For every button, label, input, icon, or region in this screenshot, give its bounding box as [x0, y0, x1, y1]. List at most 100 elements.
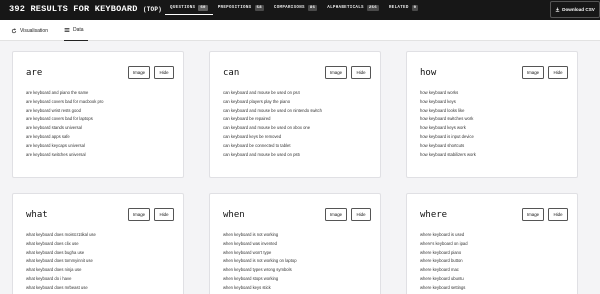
tab-label: RELATED	[388, 6, 409, 10]
tab-comparisons[interactable]: COMPARISONS 86	[269, 1, 322, 15]
hide-button[interactable]: Hide	[154, 208, 174, 221]
question-item[interactable]: where keyboard ubuntu	[420, 275, 468, 284]
question-item[interactable]: can keyboard and mouse be used on ps5	[223, 151, 322, 160]
question-item[interactable]: are keyboard covers bad for laptops	[26, 115, 104, 124]
tab-prepositions[interactable]: PREPOSITIONS 58	[213, 1, 269, 15]
question-list: where keyboard is used where's keyboard …	[420, 231, 468, 293]
question-item[interactable]: how keyboard stabilizers work	[420, 151, 476, 160]
tab-questions[interactable]: QUESTIONS 60	[165, 1, 213, 15]
question-item[interactable]: can keyboard and mouse be used on xbox o…	[223, 124, 322, 133]
question-item[interactable]: what keyboard does tommyinnit use	[26, 257, 96, 266]
question-item[interactable]: how keyboard keys	[420, 98, 476, 107]
download-icon	[555, 7, 560, 12]
question-item[interactable]: are keyboard switches universal	[26, 151, 104, 160]
question-item[interactable]: what keyboard do i have	[26, 275, 96, 284]
question-item[interactable]: are keyboard stands universal	[26, 124, 104, 133]
image-button[interactable]: Image	[522, 66, 544, 79]
tab-related[interactable]: RELATED 0	[384, 1, 423, 15]
image-button[interactable]: Image	[325, 208, 347, 221]
question-list: are keyboard and piano the same are keyb…	[26, 89, 104, 159]
list-icon	[64, 28, 70, 32]
question-item[interactable]: are keyboard wrist rests good	[26, 107, 104, 116]
refresh-icon	[11, 27, 17, 33]
question-item[interactable]: when keyboard types wrong symbols	[223, 266, 297, 275]
card-word: what	[26, 210, 48, 220]
hide-button[interactable]: Hide	[351, 208, 371, 221]
tab-label: PREPOSITIONS	[217, 6, 252, 10]
question-item[interactable]: what keyboard does bugha use	[26, 249, 96, 258]
result-title-text: RESULTS FOR KEYBOARD	[30, 4, 138, 14]
card-how: how Image Hide how keyboard works how ke…	[406, 51, 578, 178]
question-list: how keyboard works how keyboard keys how…	[420, 89, 476, 159]
hide-button[interactable]: Hide	[351, 66, 371, 79]
question-item[interactable]: where keyboard is used	[420, 231, 468, 240]
question-item[interactable]: can keyboard keys be removed	[223, 133, 322, 142]
card-can: can Image Hide can keyboard and mouse be…	[209, 51, 381, 178]
tab-visualisation[interactable]: Visualisation	[11, 20, 48, 41]
card-when: when Image Hide when keyboard is not wor…	[209, 193, 381, 294]
tab-alphabeticals[interactable]: ALPHABETICALS 256	[322, 1, 384, 15]
card-word: when	[223, 210, 245, 220]
page-title: 392 RESULTS FOR KEYBOARD (TOP)	[9, 4, 162, 14]
tab-visualisation-label: Visualisation	[20, 27, 48, 34]
tab-data-label: Data	[73, 27, 84, 33]
question-item[interactable]: can keyboard and mouse be used on ps4	[223, 89, 322, 98]
question-item[interactable]: are keyboard apps safe	[26, 133, 104, 142]
question-item[interactable]: what keyboard does ninja use	[26, 266, 96, 275]
result-title-suffix: (TOP)	[142, 6, 162, 13]
image-button[interactable]: Image	[128, 208, 150, 221]
question-list: what keyboard does moistcr1tikal use wha…	[26, 231, 96, 293]
question-item[interactable]: are keyboard and piano the same	[26, 89, 104, 98]
tab-count: 58	[254, 5, 264, 11]
question-item[interactable]: what keyboard does moistcr1tikal use	[26, 231, 96, 240]
question-item[interactable]: when keyboard is not working	[223, 231, 297, 240]
question-item[interactable]: when keyboard is not working on laptop	[223, 257, 297, 266]
question-item[interactable]: what keyboard does clix use	[26, 240, 96, 249]
question-item[interactable]: how keyboard works	[420, 89, 476, 98]
question-item[interactable]: can keyboard be repaired	[223, 115, 322, 124]
question-item[interactable]: how keyboard switches work	[420, 115, 476, 124]
question-item[interactable]: when keyboard was invented	[223, 240, 297, 249]
image-button[interactable]: Image	[128, 66, 150, 79]
tab-count: 86	[307, 5, 318, 11]
top-bar: 392 RESULTS FOR KEYBOARD (TOP) QUESTIONS…	[0, 0, 600, 20]
question-item[interactable]: can keyboard and mouse be used on ninten…	[223, 107, 322, 116]
question-item[interactable]: how keyboard looks like	[420, 107, 476, 116]
question-item[interactable]: when keyboard stops working	[223, 275, 297, 284]
question-item[interactable]: where's keyboard on ipad	[420, 240, 468, 249]
card-word: can	[223, 68, 240, 78]
question-item[interactable]: are keyboard keycaps universal	[26, 142, 104, 151]
hide-button[interactable]: Hide	[548, 66, 568, 79]
hide-button[interactable]: Hide	[154, 66, 174, 79]
card-where: where Image Hide where keyboard is used …	[406, 193, 578, 294]
question-item[interactable]: how keyboard shortcuts	[420, 142, 476, 151]
question-list: can keyboard and mouse be used on ps4 ca…	[223, 89, 322, 159]
question-item[interactable]: when keyboard keys stick	[223, 284, 297, 293]
image-button[interactable]: Image	[325, 66, 347, 79]
question-item[interactable]: where keyboard mac	[420, 266, 468, 275]
result-count: 392	[9, 4, 26, 14]
download-csv-label: Download CSV	[562, 7, 595, 12]
question-item[interactable]: when keyboard won't type	[223, 249, 297, 258]
card-word: where	[420, 210, 448, 220]
question-item[interactable]: what keyboard does mrbeast use	[26, 284, 96, 293]
tab-data[interactable]: Data	[64, 20, 88, 41]
question-item[interactable]: where keyboard piano	[420, 249, 468, 258]
hide-button[interactable]: Hide	[548, 208, 568, 221]
tab-count: 0	[411, 5, 419, 11]
question-item[interactable]: how keyboard keys work	[420, 124, 476, 133]
question-item[interactable]: can keyboard be connected to tablet	[223, 142, 322, 151]
question-item[interactable]: can keyboard players play the piano	[223, 98, 322, 107]
image-button[interactable]: Image	[522, 208, 544, 221]
question-item[interactable]: how keyboard is input device	[420, 133, 476, 142]
view-switcher: Visualisation Data	[0, 20, 600, 41]
question-item[interactable]: where keyboard settings	[420, 284, 468, 293]
tab-label: ALPHABETICALS	[327, 6, 364, 10]
download-csv-button[interactable]: Download CSV	[550, 1, 600, 18]
card-word: how	[420, 68, 437, 78]
tab-label: COMPARISONS	[273, 6, 305, 10]
card-are: are Image Hide are keyboard and piano th…	[12, 51, 184, 178]
tab-label: QUESTIONS	[170, 5, 196, 10]
question-item[interactable]: are keyboard covers bad for macbook pro	[26, 98, 104, 107]
question-item[interactable]: where keyboard button	[420, 257, 468, 266]
